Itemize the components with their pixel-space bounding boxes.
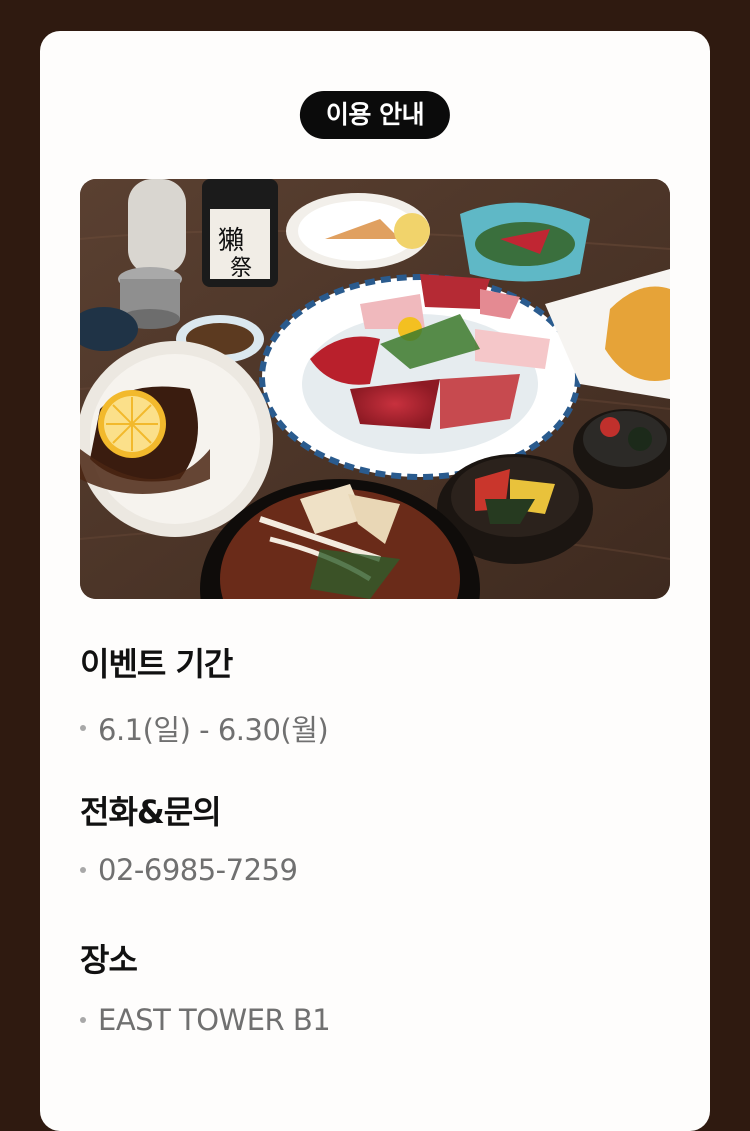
event-period-value: 6.1(일) - 6.30(월) — [98, 713, 329, 747]
location-title: 장소 — [80, 941, 138, 979]
event-period-title: 이벤트 기간 — [80, 645, 233, 683]
info-card: 이용 안내 獺 祭 이벤트 기간 6.1(일) - 6.30(월) 전화&문의 … — [40, 31, 710, 1131]
food-photo: 獺 祭 — [80, 179, 670, 599]
contact-item: 02-6985-7259 — [80, 853, 298, 887]
svg-text:獺: 獺 — [218, 226, 244, 256]
event-period-item: 6.1(일) - 6.30(월) — [80, 707, 329, 749]
usage-guide-badge: 이용 안내 — [299, 91, 451, 139]
bullet-dot-icon — [80, 1017, 86, 1023]
location-item: EAST TOWER B1 — [80, 1003, 331, 1037]
svg-text:祭: 祭 — [230, 256, 252, 281]
location-value: EAST TOWER B1 — [98, 1003, 331, 1037]
contact-phone-value[interactable]: 02-6985-7259 — [98, 853, 298, 887]
contact-title: 전화&문의 — [80, 793, 222, 831]
bullet-dot-icon — [80, 867, 86, 873]
bullet-dot-icon — [80, 725, 86, 731]
